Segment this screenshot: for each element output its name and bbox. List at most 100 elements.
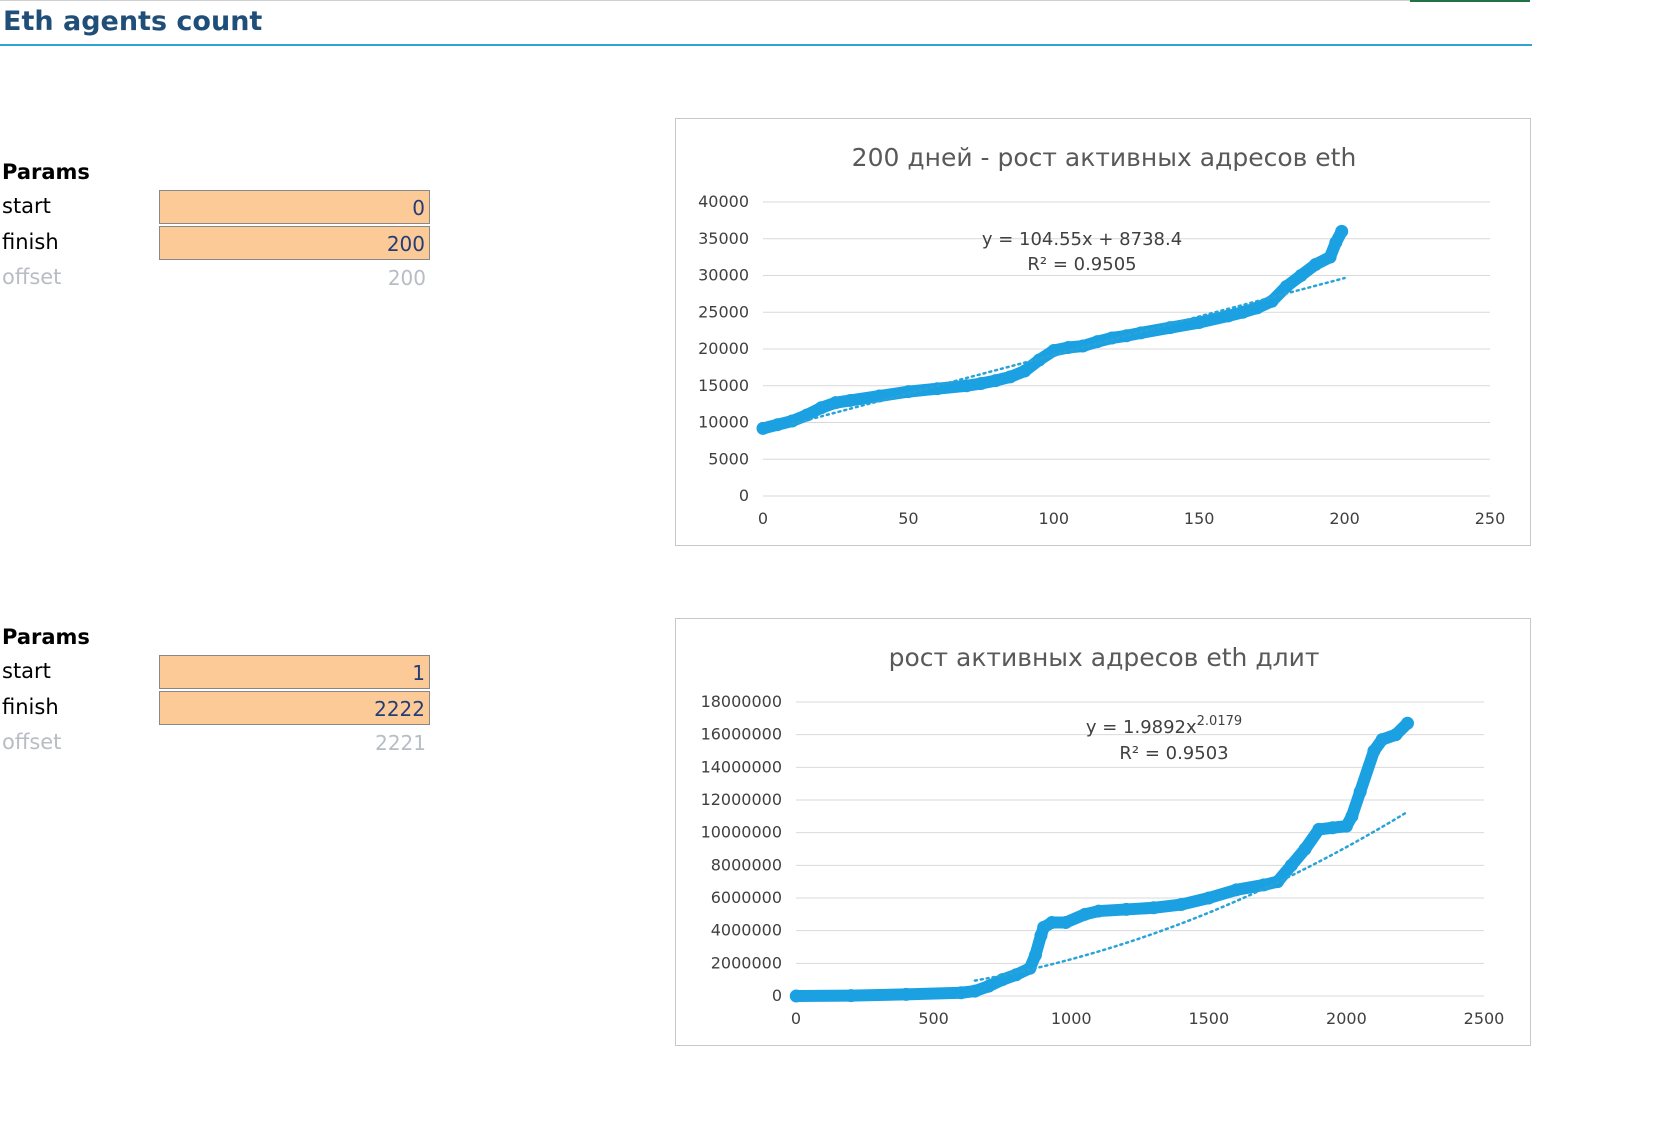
param-row-offset: offset 2221 — [2, 726, 442, 761]
trend-equation-base: y = 1.9892x — [1086, 717, 1197, 738]
data-point — [1092, 904, 1106, 918]
param-finish-cell[interactable]: 2222 — [159, 691, 430, 725]
x-tick-label: 0 — [758, 509, 768, 528]
param-label: start — [2, 194, 51, 218]
data-point — [968, 984, 982, 998]
x-tick-label: 500 — [918, 1009, 949, 1028]
y-tick-label: 14000000 — [701, 757, 782, 776]
chart-title: 200 дней - рост активных адресов eth — [852, 143, 1357, 172]
data-point — [1326, 821, 1340, 835]
data-point — [1298, 842, 1312, 856]
data-point — [960, 379, 974, 393]
data-point — [1329, 235, 1343, 249]
x-tick-label: 250 — [1475, 509, 1506, 528]
trend-equation-exponent: 2.0179 — [1197, 714, 1243, 729]
y-tick-label: 10000 — [698, 413, 749, 432]
data-point — [1257, 878, 1271, 892]
chart-title: рост активных адресов eth длит — [889, 643, 1320, 672]
data-point — [1045, 916, 1059, 929]
data-point — [1202, 891, 1216, 905]
data-point — [982, 979, 996, 993]
x-tick-label: 100 — [1039, 509, 1070, 528]
y-tick-label: 25000 — [698, 302, 749, 321]
x-tick-label: 2000 — [1326, 1009, 1367, 1028]
sheet-title: Eth agents count — [3, 6, 263, 37]
chart-long-term-svg: 0 2000000 4000000 6000000 8000000 10000000 120… — [701, 643, 1505, 1028]
data-point — [1345, 809, 1359, 823]
data-point — [1400, 716, 1414, 730]
chart-200-days-svg: 0 5000 10000 15000 20000 25000 30000 35000 40000… — [698, 143, 1506, 528]
param-row-finish: finish 2222 — [2, 691, 442, 726]
data-point — [1003, 370, 1017, 384]
x-tick-label: 2500 — [1464, 1009, 1505, 1028]
top-border — [0, 0, 1530, 1]
y-tick-label: 35000 — [698, 229, 749, 248]
y-tick-label: 20000 — [698, 339, 749, 358]
data-point — [771, 418, 785, 432]
data-point — [1236, 305, 1250, 319]
x-tick-label: 0 — [791, 1009, 801, 1028]
y-tick-label: 10000000 — [701, 823, 782, 842]
y-tick-label: 5000 — [708, 449, 749, 468]
data-point — [1353, 785, 1367, 799]
data-point — [756, 421, 770, 435]
data-point — [1294, 269, 1308, 282]
param-row-start: start 1 — [2, 655, 442, 690]
y-tick-label: 30000 — [698, 266, 749, 285]
data-point — [1323, 250, 1337, 264]
y-tick-label: 8000000 — [711, 855, 782, 874]
params-header: Params — [2, 625, 90, 649]
y-tick-label: 4000000 — [711, 921, 782, 940]
y-tick-label: 0 — [772, 986, 782, 1005]
y-tick-label: 15000 — [698, 376, 749, 395]
trend-r2: R² = 0.9503 — [1119, 743, 1228, 764]
data-point — [1018, 364, 1032, 378]
param-label: finish — [2, 230, 59, 254]
data-point — [1284, 858, 1298, 872]
series-line — [790, 717, 1414, 1002]
data-point — [829, 396, 843, 410]
data-point — [1221, 309, 1235, 323]
param-row-offset: offset 200 — [2, 261, 442, 296]
trend-r2: R² = 0.9505 — [1027, 254, 1136, 275]
x-tick-label: 200 — [1329, 509, 1360, 528]
data-point — [1375, 733, 1389, 747]
data-point — [954, 986, 968, 1000]
data-point — [1078, 907, 1092, 921]
trend-equation: y = 104.55x + 8738.4 — [982, 229, 1182, 250]
param-row-start: start 0 — [2, 190, 442, 225]
chart-200-days[interactable]: 0 5000 10000 15000 20000 25000 30000 35000 40000… — [675, 118, 1531, 546]
data-point — [1335, 224, 1349, 238]
data-point — [989, 374, 1003, 388]
param-label: offset — [2, 730, 62, 754]
y-tick-label: 2000000 — [711, 953, 782, 972]
y-tick-label: 6000000 — [711, 888, 782, 907]
data-point — [1119, 902, 1133, 916]
title-underline — [0, 44, 1532, 46]
param-finish-cell[interactable]: 200 — [159, 226, 430, 260]
data-point — [843, 393, 857, 407]
plot-area: 0 2000000 4000000 6000000 8000000 10000000 120… — [701, 692, 1505, 1028]
y-tick-label: 0 — [739, 486, 749, 505]
y-tick-label: 12000000 — [701, 790, 782, 809]
param-label: offset — [2, 265, 62, 289]
param-start-cell[interactable]: 1 — [159, 655, 430, 689]
param-start-cell[interactable]: 0 — [159, 190, 430, 224]
y-tick-label: 18000000 — [701, 692, 782, 711]
data-point — [1229, 883, 1243, 897]
param-label: finish — [2, 695, 59, 719]
data-point — [1367, 744, 1381, 758]
active-sheet-accent — [1410, 0, 1530, 2]
x-tick-label: 150 — [1184, 509, 1215, 528]
params-header: Params — [2, 160, 90, 184]
data-point — [789, 989, 803, 1003]
x-tick-label: 50 — [898, 509, 918, 528]
data-point — [1312, 822, 1326, 836]
param-label: start — [2, 659, 51, 683]
x-tick-label: 1500 — [1188, 1009, 1229, 1028]
param-offset-cell[interactable]: 200 — [159, 261, 430, 295]
data-point — [1174, 898, 1188, 912]
chart-long-term[interactable]: 0 2000000 4000000 6000000 8000000 10000000 120… — [675, 618, 1531, 1046]
data-point — [1309, 257, 1323, 271]
param-offset-cell[interactable]: 2221 — [159, 726, 430, 760]
